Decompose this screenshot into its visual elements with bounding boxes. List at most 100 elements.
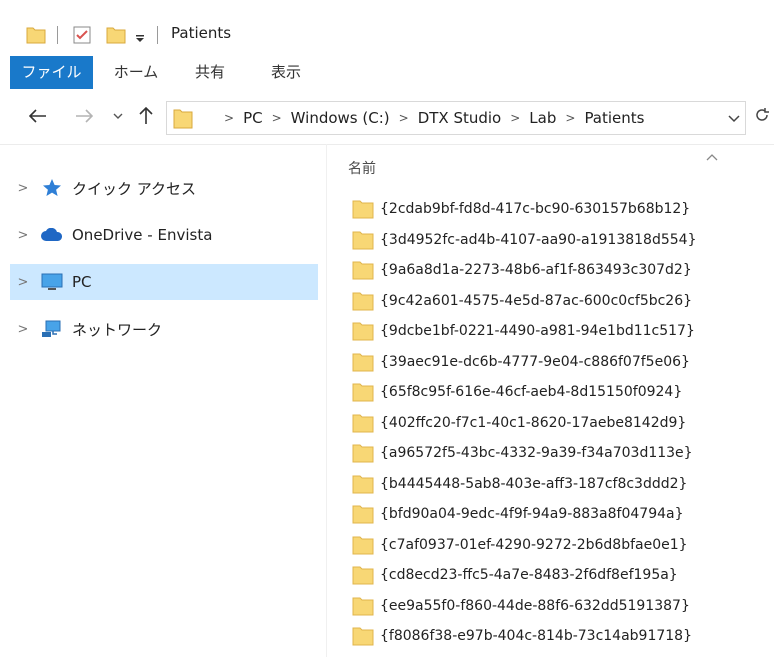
- file-name: {bfd90a04-9edc-4f9f-94a9-883a8f04794a}: [380, 506, 684, 522]
- folder-icon: [352, 292, 374, 310]
- list-item[interactable]: {cd8ecd23-ffc5-4a7e-8483-2f6df8ef195a}: [352, 561, 772, 589]
- breadcrumb-dtx-studio[interactable]: DTX Studio: [418, 109, 502, 127]
- breadcrumb-windows-c[interactable]: Windows (C:): [291, 109, 390, 127]
- folder-icon: [352, 597, 374, 615]
- list-item[interactable]: {9dcbe1bf-0221-4490-a981-94e1bd11c517}: [352, 317, 772, 345]
- nav-item-pc[interactable]: > PC: [10, 264, 318, 300]
- list-item[interactable]: {bfd90a04-9edc-4f9f-94a9-883a8f04794a}: [352, 500, 772, 528]
- tab-file[interactable]: ファイル: [10, 56, 93, 89]
- tab-view[interactable]: 表示: [258, 56, 314, 89]
- toolbar-separator: [157, 26, 158, 44]
- file-name: {cd8ecd23-ffc5-4a7e-8483-2f6df8ef195a}: [380, 567, 678, 583]
- window-title: Patients: [171, 24, 232, 42]
- list-item[interactable]: {9c42a601-4575-4e5d-87ac-600c0cf5bc26}: [352, 287, 772, 315]
- breadcrumb-separator-icon[interactable]: >: [565, 111, 575, 125]
- tab-share[interactable]: 共有: [182, 56, 238, 89]
- folder-icon: [352, 475, 374, 493]
- folder-icon: [352, 261, 374, 280]
- navigation-bar: > PC > Windows (C:) > DTX Studio > Lab >…: [0, 92, 774, 145]
- expand-chevron-icon[interactable]: >: [10, 322, 36, 337]
- file-name: {2cdab9bf-fd8d-417c-bc90-630157b68b12}: [380, 201, 691, 217]
- file-name: {9dcbe1bf-0221-4490-a981-94e1bd11c517}: [380, 323, 695, 339]
- breadcrumb-pc[interactable]: PC: [243, 109, 263, 127]
- recent-locations-button[interactable]: [106, 104, 130, 128]
- folder-icon: [352, 383, 374, 402]
- address-dropdown-button[interactable]: [727, 110, 741, 129]
- folder-icon[interactable]: [26, 26, 46, 48]
- breadcrumb-separator-icon[interactable]: >: [224, 111, 234, 125]
- expand-chevron-icon[interactable]: >: [10, 228, 36, 243]
- network-icon: [36, 319, 68, 339]
- file-name: {c7af0937-01ef-4290-9272-2b6d8bfae0e1}: [380, 536, 688, 553]
- breadcrumb-lab[interactable]: Lab: [529, 109, 556, 127]
- file-name: {9c42a601-4575-4e5d-87ac-600c0cf5bc26}: [380, 292, 693, 309]
- folder-icon: [352, 414, 374, 432]
- nav-item-network[interactable]: > ネットワーク: [10, 311, 318, 347]
- file-name: {9a6a8d1a-2273-48b6-af1f-863493c307d2}: [380, 262, 692, 278]
- star-icon: [36, 178, 68, 198]
- file-name: {402ffc20-f7c1-40c1-8620-17aebe8142d9}: [380, 414, 687, 431]
- address-bar[interactable]: > PC > Windows (C:) > DTX Studio > Lab >…: [166, 101, 746, 135]
- folder-icon: [352, 231, 374, 249]
- list-item[interactable]: {9a6a8d1a-2273-48b6-af1f-863493c307d2}: [352, 256, 772, 284]
- back-button[interactable]: [26, 104, 50, 128]
- folder-icon: [173, 107, 193, 133]
- toolbar-separator: [57, 26, 58, 44]
- folder-icon: [352, 353, 374, 371]
- list-item[interactable]: {c7af0937-01ef-4290-9272-2b6d8bfae0e1}: [352, 531, 772, 559]
- breadcrumb-separator-icon[interactable]: >: [272, 111, 282, 125]
- list-item[interactable]: {f8086f38-e97b-404c-814b-73c14ab91718}: [352, 622, 772, 650]
- customize-dropdown-icon[interactable]: [134, 30, 146, 49]
- file-name: {a96572f5-43bc-4332-9a39-f34a703d113e}: [380, 445, 693, 461]
- list-item[interactable]: {3d4952fc-ad4b-4107-aa90-a1913818d554}: [352, 226, 772, 254]
- nav-item-label: ネットワーク: [72, 320, 163, 339]
- breadcrumb-separator-icon[interactable]: >: [510, 111, 520, 125]
- expand-chevron-icon[interactable]: >: [10, 181, 36, 196]
- chevron-down-icon: [113, 113, 123, 119]
- file-name: {f8086f38-e97b-404c-814b-73c14ab91718}: [380, 628, 692, 644]
- column-header-name[interactable]: 名前: [348, 158, 376, 178]
- new-folder-icon[interactable]: [106, 26, 126, 48]
- list-item[interactable]: {a96572f5-43bc-4332-9a39-f34a703d113e}: [352, 439, 772, 467]
- file-name: {65f8c95f-616e-46cf-aeb4-8d15150f0924}: [380, 384, 683, 400]
- nav-item-quick-access[interactable]: > クイック アクセス: [10, 170, 318, 206]
- expand-chevron-icon[interactable]: >: [10, 275, 36, 290]
- forward-button[interactable]: [72, 104, 96, 128]
- forward-arrow-icon: [76, 109, 93, 123]
- ribbon: ファイル ホーム 共有 表示: [0, 56, 774, 93]
- folder-icon: [352, 444, 374, 463]
- up-arrow-icon: [139, 107, 153, 124]
- list-item[interactable]: {402ffc20-f7c1-40c1-8620-17aebe8142d9}: [352, 409, 772, 437]
- folder-icon: [352, 200, 374, 219]
- title-bar: Patients: [0, 0, 774, 56]
- nav-item-label: クイック アクセス: [72, 179, 197, 198]
- refresh-button[interactable]: [750, 98, 774, 132]
- breadcrumb: > PC > Windows (C:) > DTX Studio > Lab >…: [215, 102, 644, 134]
- tab-home[interactable]: ホーム: [104, 56, 168, 89]
- file-name: {ee9a55f0-f860-44de-88f6-632dd5191387}: [380, 597, 690, 614]
- chevron-down-icon: [728, 115, 740, 123]
- list-item[interactable]: {39aec91e-dc6b-4777-9e04-c886f07f5e06}: [352, 348, 772, 376]
- breadcrumb-patients[interactable]: Patients: [584, 109, 644, 127]
- file-name: {39aec91e-dc6b-4777-9e04-c886f07f5e06}: [380, 353, 690, 370]
- folder-icon: [352, 627, 374, 646]
- nav-item-onedrive[interactable]: > OneDrive - Envista: [10, 217, 318, 253]
- file-name: {b4445448-5ab8-403e-aff3-187cf8c3ddd2}: [380, 475, 688, 492]
- cloud-icon: [36, 228, 68, 242]
- folder-icon: [352, 505, 374, 524]
- breadcrumb-separator-icon[interactable]: >: [399, 111, 409, 125]
- pane-divider[interactable]: [326, 144, 327, 657]
- list-item[interactable]: {65f8c95f-616e-46cf-aeb4-8d15150f0924}: [352, 378, 772, 406]
- up-button[interactable]: [134, 104, 158, 128]
- list-item[interactable]: {b4445448-5ab8-403e-aff3-187cf8c3ddd2}: [352, 470, 772, 498]
- folder-icon: [352, 566, 374, 585]
- monitor-icon: [36, 272, 68, 292]
- nav-item-label: OneDrive - Envista: [72, 226, 213, 244]
- nav-item-label: PC: [72, 273, 92, 291]
- list-item[interactable]: {2cdab9bf-fd8d-417c-bc90-630157b68b12}: [352, 195, 772, 223]
- properties-icon[interactable]: [73, 26, 91, 48]
- folder-icon: [352, 536, 374, 554]
- sort-ascending-icon: [706, 146, 718, 165]
- refresh-icon: [756, 108, 769, 121]
- list-item[interactable]: {ee9a55f0-f860-44de-88f6-632dd5191387}: [352, 592, 772, 620]
